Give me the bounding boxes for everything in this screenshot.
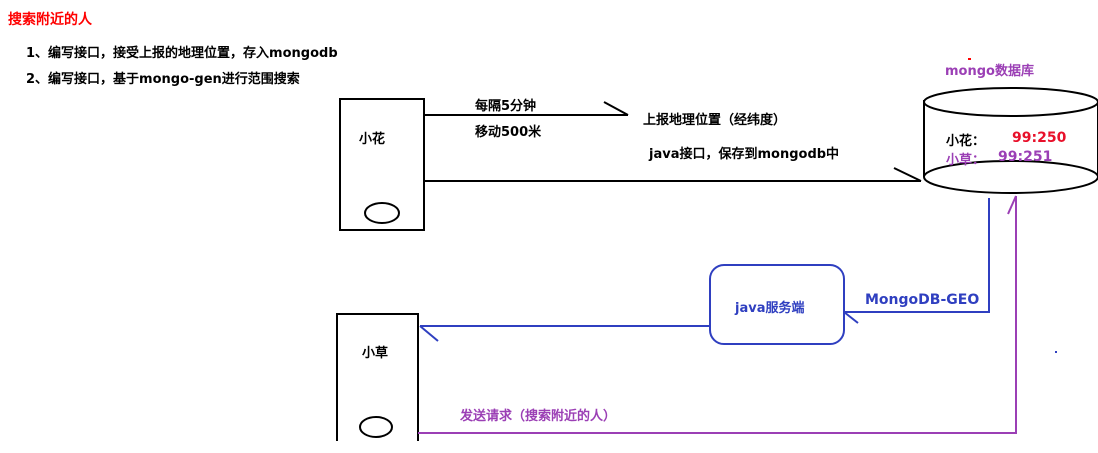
geo-label: MongoDB-GEO <box>865 292 980 308</box>
request-label: 发送请求（搜索附近的人） <box>460 409 617 424</box>
db-title: mongo数据库 <box>945 64 1034 79</box>
db-row-2-name: 小草： <box>946 153 986 168</box>
java-api-label: java接口，保存到mongodb中 <box>649 147 840 162</box>
db-row-1-value: 99:250 <box>1012 130 1067 146</box>
db-row-1-name: 小花： <box>946 134 986 149</box>
phone-xiaocao-label: 小草 <box>362 346 389 361</box>
arrow-response <box>419 325 710 342</box>
phone-xiaohua-button <box>364 202 400 224</box>
db-row-2-value: 99:251 <box>998 149 1053 165</box>
stray-dot <box>1055 351 1057 353</box>
arrow-save-db <box>424 167 922 182</box>
report-label: 上报地理位置（经纬度） <box>643 113 787 128</box>
interval-label-line2: 移动500米 <box>475 125 542 140</box>
java-server-label: java服务端 <box>735 301 805 316</box>
phone-xiaohua-label: 小花 <box>359 132 386 147</box>
phone-xiaocao-button <box>359 416 393 438</box>
interval-label-line1: 每隔5分钟 <box>475 99 537 114</box>
flow-diagram <box>336 58 1098 441</box>
